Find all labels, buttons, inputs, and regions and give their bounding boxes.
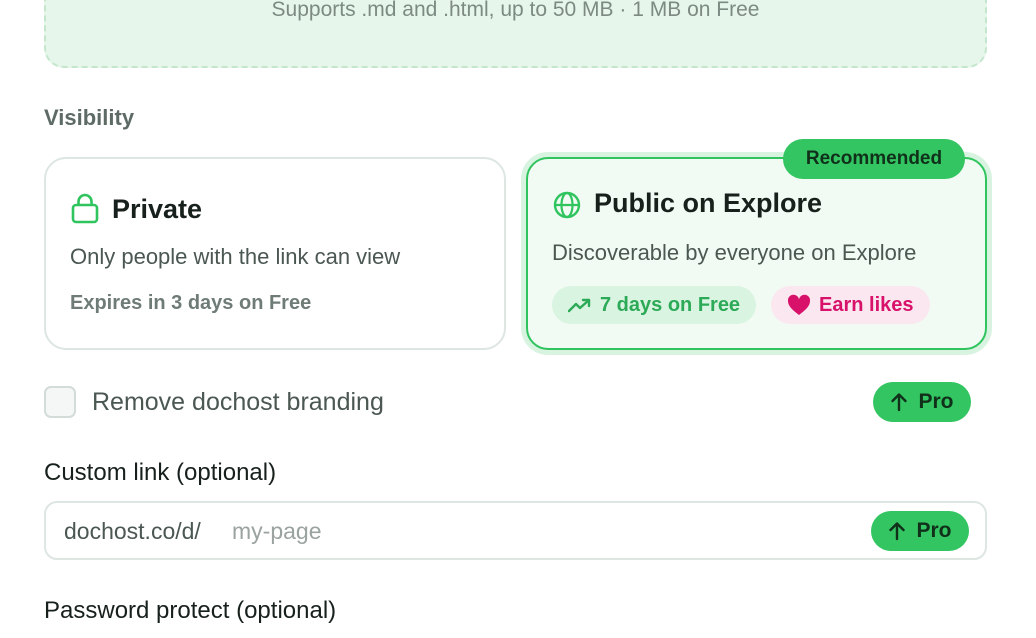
private-description: Only people with the link can view [70, 244, 401, 269]
custom-link-prefix: dochost.co/d/ [64, 518, 201, 544]
visibility-option-private[interactable]: Private Only people with the link can vi… [44, 157, 506, 350]
file-dropzone[interactable]: Supports .md and .html, up to 50 MB · 1 … [44, 0, 987, 68]
custom-link-input[interactable] [232, 513, 852, 549]
arrow-up-icon [889, 522, 906, 541]
password-protect-label: Password protect (optional) [44, 597, 337, 624]
public-description: Discoverable by everyone on Explore [552, 240, 917, 265]
arrow-up-icon [891, 393, 908, 412]
dropzone-hint: Supports .md and .html, up to 50 MB · 1 … [271, 0, 760, 21]
globe-icon [553, 191, 581, 219]
upload-settings-panel: Supports .md and .html, up to 50 MB · 1 … [0, 0, 1036, 638]
private-title: Private [112, 194, 203, 224]
branding-pro-upgrade-button[interactable]: Pro [873, 382, 971, 422]
custom-link-pro-upgrade-button[interactable]: Pro [871, 511, 969, 551]
custom-link-label: Custom link (optional) [44, 459, 277, 486]
private-expiry-note: Expires in 3 days on Free [70, 292, 312, 314]
remove-branding-checkbox[interactable] [44, 386, 76, 418]
earn-likes-pill: Earn likes [771, 286, 930, 324]
custom-link-pro-label: Pro [916, 519, 952, 542]
recommended-badge: Recommended [783, 139, 965, 179]
trending-up-icon [568, 298, 591, 313]
public-title: Public on Explore [594, 188, 823, 218]
lock-icon [71, 193, 99, 224]
explore-duration-label: 7 days on Free [600, 293, 741, 316]
custom-link-field[interactable]: dochost.co/d/ [44, 501, 987, 560]
branding-pro-label: Pro [918, 390, 954, 413]
earn-likes-label: Earn likes [819, 293, 914, 316]
remove-branding-label[interactable]: Remove dochost branding [92, 386, 384, 418]
explore-duration-pill: 7 days on Free [552, 286, 757, 324]
visibility-label: Visibility [44, 105, 135, 130]
heart-icon [787, 294, 811, 315]
